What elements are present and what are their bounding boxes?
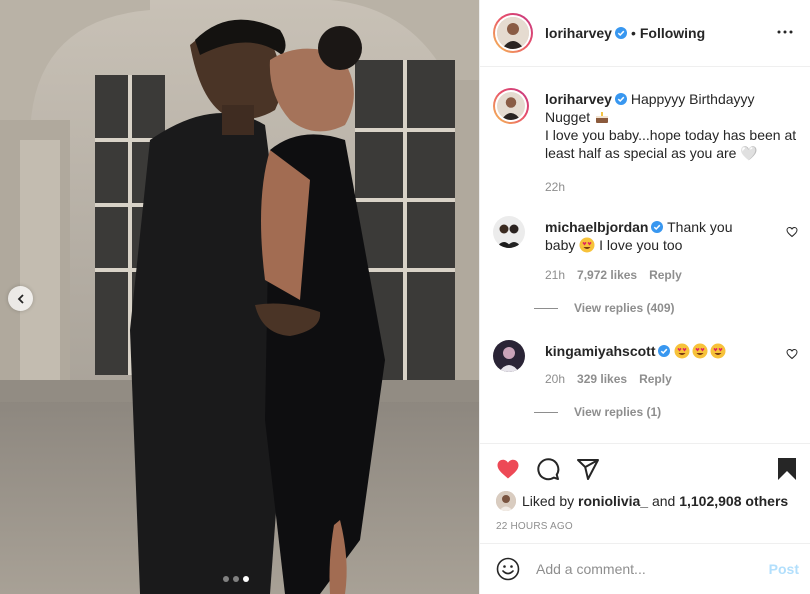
like-heart-icon[interactable] [496,457,520,481]
post-timestamp[interactable]: 22 HOURS AGO [496,521,573,532]
avatar-image [497,17,529,49]
caption-text-line2: Nugget [545,109,591,125]
author-username[interactable]: loriharvey [545,25,612,41]
header-separator: • [630,25,636,41]
more-options-icon[interactable] [777,24,793,40]
commenter-avatar[interactable] [493,216,525,248]
verified-badge-icon [651,221,664,233]
carousel-dot-active [243,576,249,582]
caption-avatar[interactable] [493,88,529,124]
view-replies-button[interactable]: View replies (409) [534,301,675,315]
liked-by-prefix: Liked by [522,493,575,509]
comment-input[interactable] [536,561,756,577]
commenter-avatar[interactable] [493,340,525,372]
caption-text-line3: I love you baby...hope today has been at… [545,127,797,161]
view-replies-button[interactable]: View replies (1) [534,405,661,419]
avatar-image [497,92,525,120]
comment-item: michaelbjordan Thank you baby I love you… [493,216,798,316]
heart-eyes-emoji-icon [674,343,726,359]
comment-likes[interactable]: 7,972 likes [577,268,637,282]
comment-text: I love you too [599,237,683,253]
post-sidebar: loriharvey • Following loriharvey Happyy… [479,0,810,594]
caption-text-line1: Happyyy Birthdayyy [630,91,755,107]
comment-text: Thank you [667,219,733,235]
author-avatar[interactable] [493,13,533,53]
comment-likes[interactable]: 329 likes [577,372,627,386]
chevron-left-icon [17,293,24,304]
reply-button[interactable]: Reply [649,268,682,282]
following-button[interactable]: Following [640,25,705,41]
caption: loriharvey Happyyy Birthdayyy Nugget I l… [493,88,798,198]
liker-avatar[interactable] [496,491,516,511]
avatar-image [493,340,525,372]
carousel-dot [223,576,229,582]
post-actions: Liked by roniolivia_ and 1,102,908 other… [480,443,810,543]
caption-time[interactable]: 22h [545,180,565,194]
carousel-prev-button[interactable] [8,286,33,311]
divider-line [534,411,558,413]
liked-by-conj: and [651,493,676,509]
comment-icon[interactable] [536,457,560,481]
view-replies-label: View replies (409) [574,301,675,315]
likes-summary: Liked by roniolivia_ and 1,102,908 other… [496,491,788,511]
emoji-picker-icon[interactable] [496,557,520,581]
verified-badge-icon [614,27,627,39]
reply-button[interactable]: Reply [639,372,672,386]
caption-username[interactable]: loriharvey [545,91,612,107]
add-comment-bar: Post [480,543,810,594]
avatar-image [496,491,516,511]
commenter-username[interactable]: kingamiyahscott [545,343,655,359]
like-comment-heart-icon[interactable] [786,348,798,360]
avatar-image [493,216,525,248]
comments-section[interactable]: loriharvey Happyyy Birthdayyy Nugget I l… [480,68,810,442]
post-photo[interactable] [0,0,479,594]
verified-badge-icon [614,93,627,105]
verified-badge-icon [658,345,671,357]
post-comment-button[interactable]: Post [769,561,799,577]
liker-username[interactable]: roniolivia_ [578,493,648,509]
caption-end-emoji: 🤍 [740,145,758,161]
comment-item: kingamiyahscott 20h 329 likes Reply View… [493,340,798,440]
birthday-cake-emoji-icon [596,112,609,123]
share-icon[interactable] [576,457,600,481]
comment-time[interactable]: 20h [545,372,565,386]
photo-image [0,0,479,594]
likes-count[interactable]: 1,102,908 others [679,493,788,509]
post-header: loriharvey • Following [480,0,810,67]
bookmark-icon[interactable] [775,457,799,481]
comment-time[interactable]: 21h [545,268,565,282]
carousel-indicator [223,576,249,582]
heart-eyes-emoji-icon [579,237,595,253]
comment-text: baby [545,237,576,253]
carousel-dot [233,576,239,582]
like-comment-heart-icon[interactable] [786,226,798,238]
view-replies-label: View replies (1) [574,405,662,419]
commenter-username[interactable]: michaelbjordan [545,219,648,235]
divider-line [534,307,558,309]
